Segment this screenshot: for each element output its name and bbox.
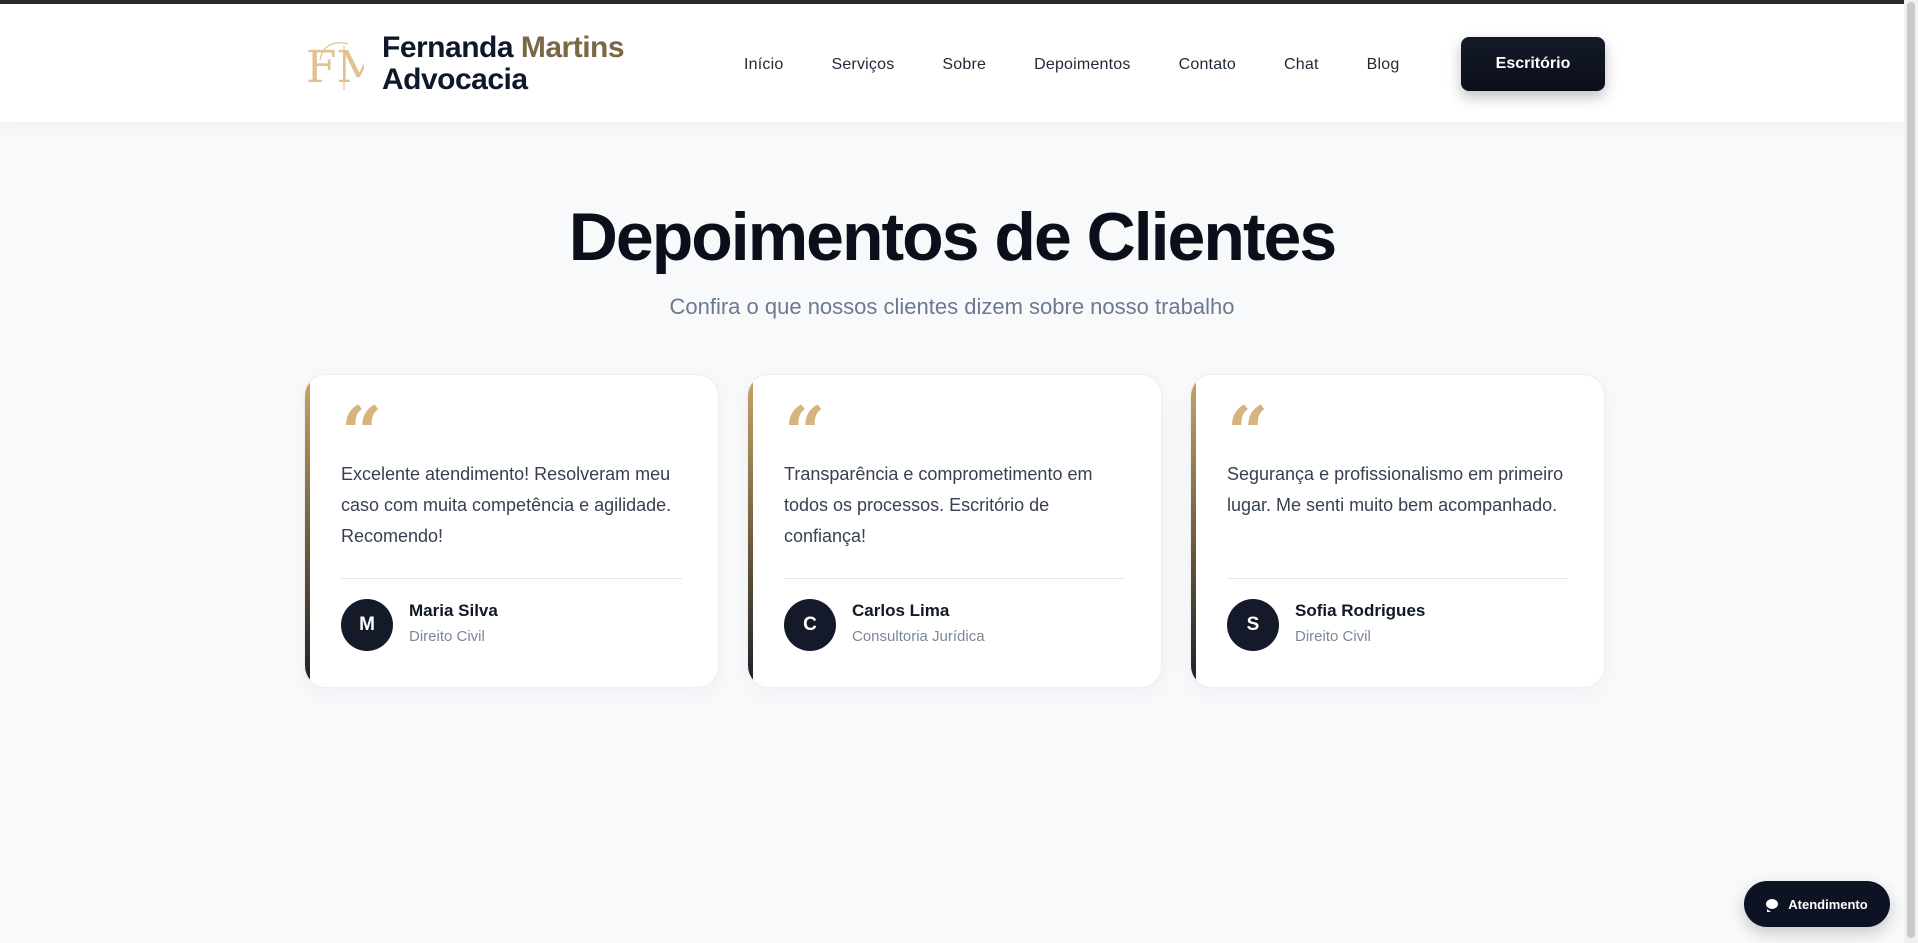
nav-servicos[interactable]: Serviços (831, 56, 894, 74)
page-scrollbar[interactable] (1904, 0, 1918, 943)
avatar: M (341, 599, 393, 651)
nav-blog[interactable]: Blog (1367, 56, 1400, 74)
nav-contato[interactable]: Contato (1179, 56, 1236, 74)
main-nav: Início Serviços Sobre Depoimentos Contat… (744, 38, 1447, 92)
testimonial-card: “ Excelente atendimento! Resolveram meu … (304, 374, 719, 688)
testimonial-card: “ Segurança e profissionalismo em primei… (1190, 374, 1605, 688)
client-practice-area: Direito Civil (1295, 628, 1371, 645)
card-divider (341, 578, 682, 579)
brand-last-name: Martins (520, 31, 625, 64)
site-header: FM Fernanda Martins Advocacia Início Ser… (0, 4, 1904, 122)
testimonial-card: “ Transparência e comprometimento em tod… (747, 374, 1162, 688)
fm-monogram-icon: FM (304, 34, 382, 94)
nav-depoimentos[interactable]: Depoimentos (1034, 56, 1130, 74)
card-divider (784, 578, 1125, 579)
client-practice-area: Consultoria Jurídica (852, 628, 985, 645)
avatar: C (784, 599, 836, 651)
brand-first-name: Fernanda (382, 31, 514, 64)
client-name: Carlos Lima (852, 601, 950, 620)
card-divider (1227, 578, 1568, 579)
monogram-f: FM (306, 42, 364, 93)
avatar: S (1227, 599, 1279, 651)
chat-bubble-icon (1766, 899, 1779, 912)
atendimento-chat-button[interactable]: Atendimento (1744, 881, 1890, 927)
testimonial-text: Transparência e comprometimento em todos… (784, 464, 1093, 546)
brand-logo[interactable]: FM Fernanda Martins Advocacia (304, 31, 625, 96)
testimonial-text: Excelente atendimento! Resolveram meu ca… (341, 464, 672, 546)
page-title: Depoimentos de Clientes (568, 199, 1337, 275)
escritorio-button[interactable]: Escritório (1461, 37, 1605, 91)
scrollbar-thumb[interactable] (1907, 2, 1915, 938)
nav-inicio[interactable]: Início (744, 56, 783, 74)
testimonials-list: “ Excelente atendimento! Resolveram meu … (304, 374, 1605, 688)
client-practice-area: Direito Civil (409, 628, 485, 645)
chat-button-label: Atendimento (1788, 896, 1868, 912)
brand-name: Fernanda Martins Advocacia (382, 31, 625, 96)
nav-sobre[interactable]: Sobre (942, 56, 986, 74)
nav-chat[interactable]: Chat (1284, 56, 1319, 74)
client-name: Maria Silva (409, 601, 498, 620)
brand-subtitle: Advocacia (382, 63, 528, 96)
page-subtitle: Confira o que nossos clientes dizem sobr… (669, 294, 1235, 319)
testimonial-text: Segurança e profissionalismo em primeiro… (1227, 464, 1564, 515)
client-name: Sofia Rodrigues (1295, 601, 1426, 620)
